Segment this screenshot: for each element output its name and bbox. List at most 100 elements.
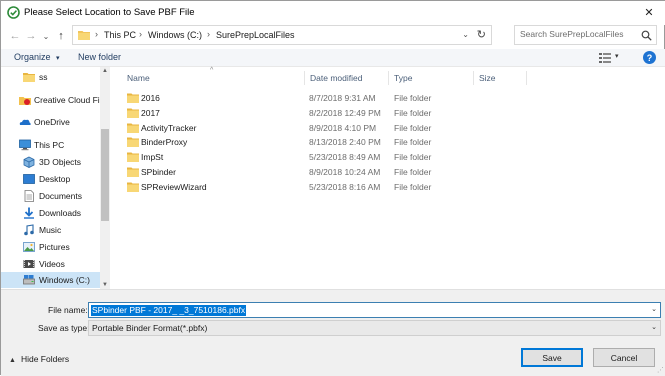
save-button[interactable]: Save (521, 348, 583, 367)
nav-item-label: Pictures (39, 242, 70, 252)
file-date: 8/13/2018 2:40 PM (309, 137, 381, 147)
address-row: ← → ⌄ ↑ › This PC › Windows (C:) › SureP… (1, 25, 665, 47)
file-row[interactable]: ImpSt 5/23/2018 8:49 AM File folder (125, 150, 565, 165)
hide-folders-button[interactable]: ▲ Hide Folders (9, 354, 69, 364)
column-header-date-modified[interactable]: Date modified (310, 73, 362, 83)
nav-item-3d-objects[interactable]: 3D Objects (1, 154, 100, 170)
folder-icon (127, 182, 139, 192)
search-box[interactable] (514, 25, 657, 45)
chevron-down-icon[interactable]: ⌄ (651, 305, 657, 313)
nav-item-ss[interactable]: ss (1, 69, 100, 85)
nav-item-videos[interactable]: Videos (1, 256, 100, 272)
up-arrow-icon: ↑ (58, 30, 64, 42)
back-arrow-icon: ← (9, 30, 21, 42)
file-list: ^ Name Date modified Type Size 2016 8/7/… (111, 67, 665, 289)
search-icon (641, 30, 652, 41)
up-button[interactable]: ↑ (53, 28, 69, 44)
column-divider[interactable] (304, 71, 305, 85)
view-options-icon[interactable] (599, 53, 611, 63)
refresh-icon[interactable]: ↻ (477, 28, 486, 41)
file-name-value[interactable]: SPbinder PBF - 2017_ _3_7510186.pbfx (91, 305, 247, 316)
file-row[interactable]: SPReviewWizard 5/23/2018 8:16 AM File fo… (125, 180, 565, 195)
breadcrumb-windows-c[interactable]: Windows (C:) (148, 30, 202, 40)
folder-icon (78, 31, 90, 40)
file-name: SPbinder (141, 167, 176, 177)
close-button[interactable]: ✕ (632, 1, 665, 23)
column-divider[interactable] (388, 71, 389, 85)
file-name: ImpSt (141, 152, 164, 162)
column-header-name[interactable]: Name (127, 73, 150, 83)
nav-item-onedrive[interactable]: OneDrive (1, 114, 100, 130)
nav-item-windows-c[interactable]: Windows (C:) (1, 272, 100, 288)
breadcrumb-sureprep[interactable]: SurePrepLocalFiles (216, 30, 295, 40)
file-type: File folder (394, 108, 432, 118)
cancel-button[interactable]: Cancel (593, 348, 655, 367)
breadcrumb-separator: › (139, 29, 142, 39)
organize-button[interactable]: Organize ▾ (14, 52, 60, 62)
nav-item-label: Creative Cloud Fil (34, 95, 102, 105)
file-name: SPReviewWizard (141, 182, 207, 192)
nav-item-creative-cloud[interactable]: Creative Cloud Fil (1, 92, 102, 108)
folder-icon (127, 167, 139, 177)
sort-ascending-icon: ^ (210, 67, 214, 74)
folder-icon (127, 93, 139, 103)
nav-item-desktop[interactable]: Desktop (1, 171, 100, 187)
help-icon[interactable]: ? (643, 51, 656, 64)
view-dropdown-icon[interactable]: ▾ (615, 52, 619, 60)
close-icon: ✕ (644, 6, 654, 19)
nav-item-documents[interactable]: Documents (1, 188, 100, 204)
breadcrumb-separator: › (95, 29, 98, 39)
file-row[interactable]: 2016 8/7/2018 9:31 AM File folder (125, 91, 565, 106)
nav-item-label: Documents (39, 191, 82, 201)
new-folder-button[interactable]: New folder (78, 52, 121, 62)
address-bar[interactable]: › This PC › Windows (C:) › SurePrepLocal… (72, 25, 492, 45)
desktop-icon (23, 174, 35, 184)
file-name: BinderProxy (141, 137, 188, 147)
scroll-down-icon[interactable]: ▼ (102, 282, 108, 288)
computer-icon (19, 139, 31, 151)
file-date: 8/7/2018 9:31 AM (309, 93, 376, 103)
forward-button[interactable]: → (23, 28, 39, 44)
nav-item-label: Desktop (39, 174, 71, 184)
folder-icon (127, 123, 139, 133)
scrollbar-thumb[interactable] (101, 129, 109, 221)
breadcrumb-this-pc[interactable]: This PC (104, 30, 136, 40)
address-dropdown-icon[interactable]: ⌄ (462, 30, 469, 39)
chevron-down-icon: ⌄ (42, 31, 50, 41)
app-check-icon (7, 6, 20, 19)
organize-label: Organize (14, 52, 51, 62)
nav-item-label: This PC (34, 140, 65, 150)
nav-scrollbar[interactable]: ▲ ▼ (100, 67, 110, 289)
nav-item-label: Windows (C:) (39, 275, 91, 285)
documents-icon (24, 190, 34, 202)
file-type: File folder (394, 152, 432, 162)
3d-objects-icon (23, 156, 35, 168)
nav-item-label: Downloads (39, 208, 82, 218)
column-divider[interactable] (526, 71, 527, 85)
file-type: File folder (394, 137, 432, 147)
nav-item-music[interactable]: Music (1, 222, 100, 238)
column-header-size[interactable]: Size (479, 73, 496, 83)
file-row[interactable]: SPbinder 8/9/2018 10:24 AM File folder (125, 165, 565, 180)
column-divider[interactable] (473, 71, 474, 85)
resize-grip-icon[interactable]: ⋰ (657, 366, 664, 374)
file-name-field[interactable]: SPbinder PBF - 2017_ _3_7510186.pbfx ⌄ (88, 302, 661, 318)
column-header-type[interactable]: Type (394, 73, 412, 83)
recent-locations-button[interactable]: ⌄ (38, 28, 54, 44)
save-type-select[interactable]: Portable Binder Format(*.pbfx) ⌄ (88, 320, 661, 336)
nav-item-label: Music (39, 225, 62, 235)
file-row[interactable]: BinderProxy 8/13/2018 2:40 PM File folde… (125, 135, 565, 150)
save-options-panel: File name: SPbinder PBF - 2017_ _3_75101… (1, 289, 665, 376)
file-row[interactable]: ActivityTracker 8/9/2018 4:10 PM File fo… (125, 121, 565, 136)
file-row[interactable]: 2017 8/2/2018 12:49 PM File folder (125, 106, 565, 121)
nav-item-this-pc[interactable]: This PC (1, 137, 100, 153)
file-name-label: File name: (48, 305, 88, 315)
back-button[interactable]: ← (7, 28, 23, 44)
nav-item-downloads[interactable]: Downloads (1, 205, 100, 221)
search-input[interactable] (520, 29, 638, 39)
scroll-up-icon[interactable]: ▲ (102, 68, 108, 74)
drive-icon (23, 275, 35, 285)
nav-item-pictures[interactable]: Pictures (1, 239, 100, 255)
folder-icon (23, 73, 35, 82)
chevron-down-icon[interactable]: ⌄ (651, 323, 657, 331)
